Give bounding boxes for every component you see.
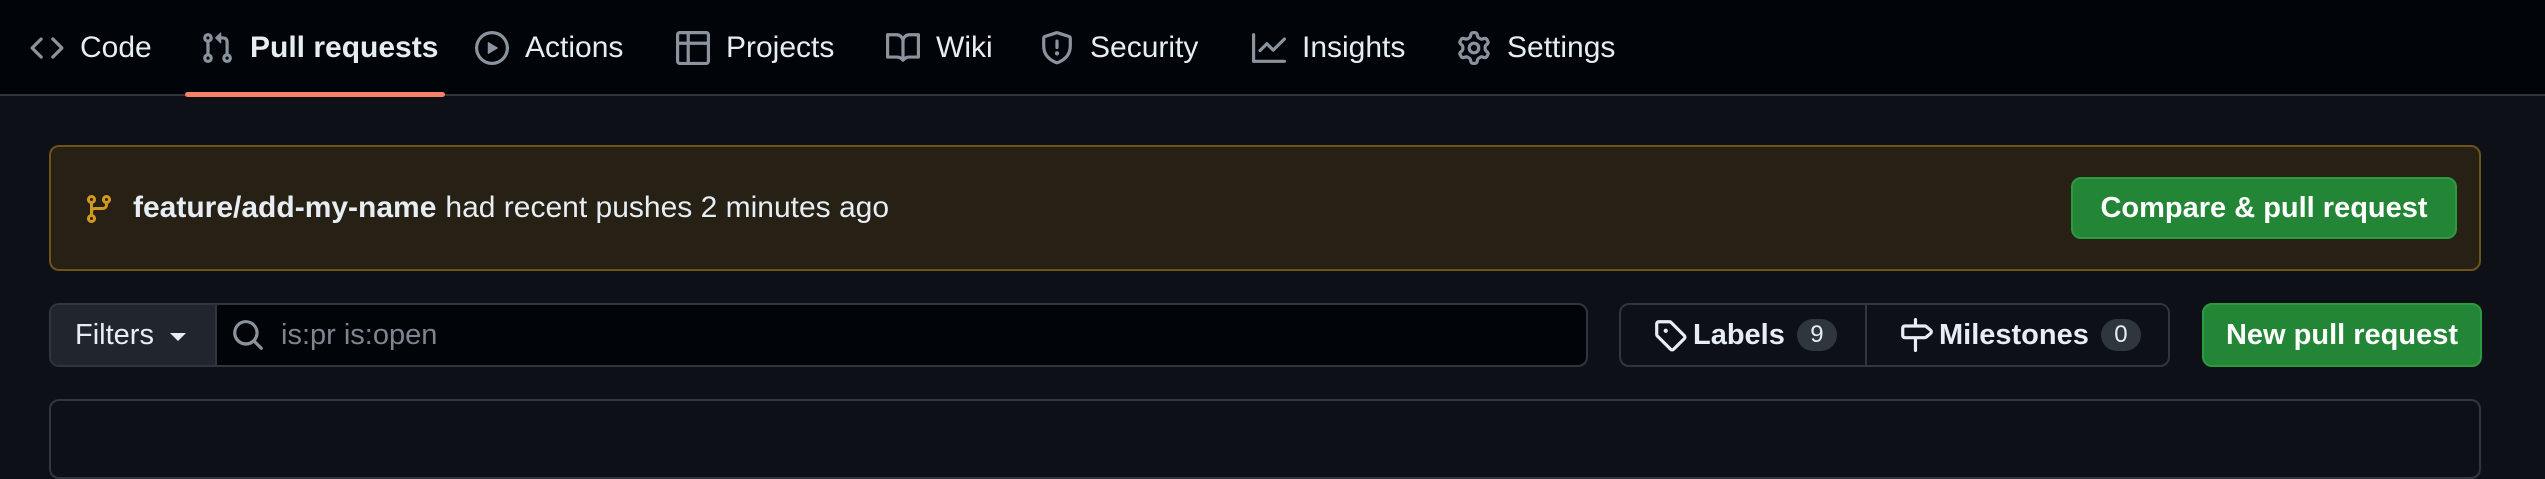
- book-icon: [886, 31, 921, 65]
- tab-wiki[interactable]: Wiki: [886, 0, 993, 96]
- search-icon: [233, 320, 263, 350]
- filters-button[interactable]: Filters: [51, 305, 217, 365]
- tab-security-label: Security: [1090, 31, 1199, 64]
- recent-pushes-banner: feature/add-my-name had recent pushes 2 …: [49, 145, 2481, 271]
- tab-actions-label: Actions: [525, 31, 624, 64]
- labels-milestones-divider: [1865, 305, 1867, 365]
- banner-message: had recent pushes 2 minutes ago: [445, 191, 890, 224]
- filter-search-group: Filters: [49, 303, 1588, 367]
- gear-icon: [1457, 31, 1491, 65]
- labels-count: 9: [1796, 319, 1837, 351]
- labels-button[interactable]: Labels 9: [1653, 305, 1837, 365]
- git-pull-request-icon: [200, 31, 234, 65]
- tab-settings-label: Settings: [1507, 31, 1616, 64]
- branch-name[interactable]: feature/add-my-name: [133, 191, 436, 225]
- repo-nav: Code Pull requests Actions Projects Wiki…: [0, 0, 2545, 97]
- tab-security[interactable]: Security: [1040, 0, 1198, 96]
- pull-request-list: [49, 399, 2481, 479]
- milestones-count: 0: [2100, 319, 2141, 351]
- milestones-button[interactable]: Milestones 0: [1899, 305, 2141, 365]
- tab-projects[interactable]: Projects: [676, 0, 834, 96]
- tab-pull-requests-label: Pull requests: [250, 31, 439, 64]
- labels-label: Labels: [1693, 318, 1785, 351]
- labels-milestones-group: Labels 9 Milestones 0: [1619, 303, 2170, 367]
- tab-settings[interactable]: Settings: [1457, 0, 1615, 96]
- search-input[interactable]: [279, 305, 1569, 365]
- compare-pull-request-button[interactable]: Compare & pull request: [2071, 177, 2457, 239]
- caret-down-icon: [169, 332, 186, 341]
- selected-tab-indicator: [185, 92, 445, 97]
- tab-code-label: Code: [80, 31, 152, 64]
- tab-wiki-label: Wiki: [936, 31, 993, 64]
- milestones-label: Milestones: [1939, 318, 2089, 351]
- tab-code[interactable]: Code: [30, 0, 152, 96]
- shield-icon: [1040, 31, 1074, 65]
- code-icon: [30, 31, 64, 65]
- milestone-icon: [1899, 318, 1933, 352]
- banner-text: feature/add-my-name had recent pushes 2 …: [133, 147, 889, 269]
- graph-icon: [1252, 31, 1286, 65]
- tab-insights-label: Insights: [1302, 31, 1406, 64]
- tab-pull-requests[interactable]: Pull requests: [200, 0, 438, 96]
- tab-insights[interactable]: Insights: [1252, 0, 1405, 96]
- table-icon: [676, 31, 710, 65]
- tab-projects-label: Projects: [726, 31, 835, 64]
- tag-icon: [1653, 318, 1687, 352]
- filters-label: Filters: [75, 318, 154, 351]
- tab-actions[interactable]: Actions: [475, 0, 623, 96]
- new-pull-request-button[interactable]: New pull request: [2202, 303, 2482, 367]
- play-icon: [475, 31, 509, 65]
- git-branch-icon: [86, 195, 111, 224]
